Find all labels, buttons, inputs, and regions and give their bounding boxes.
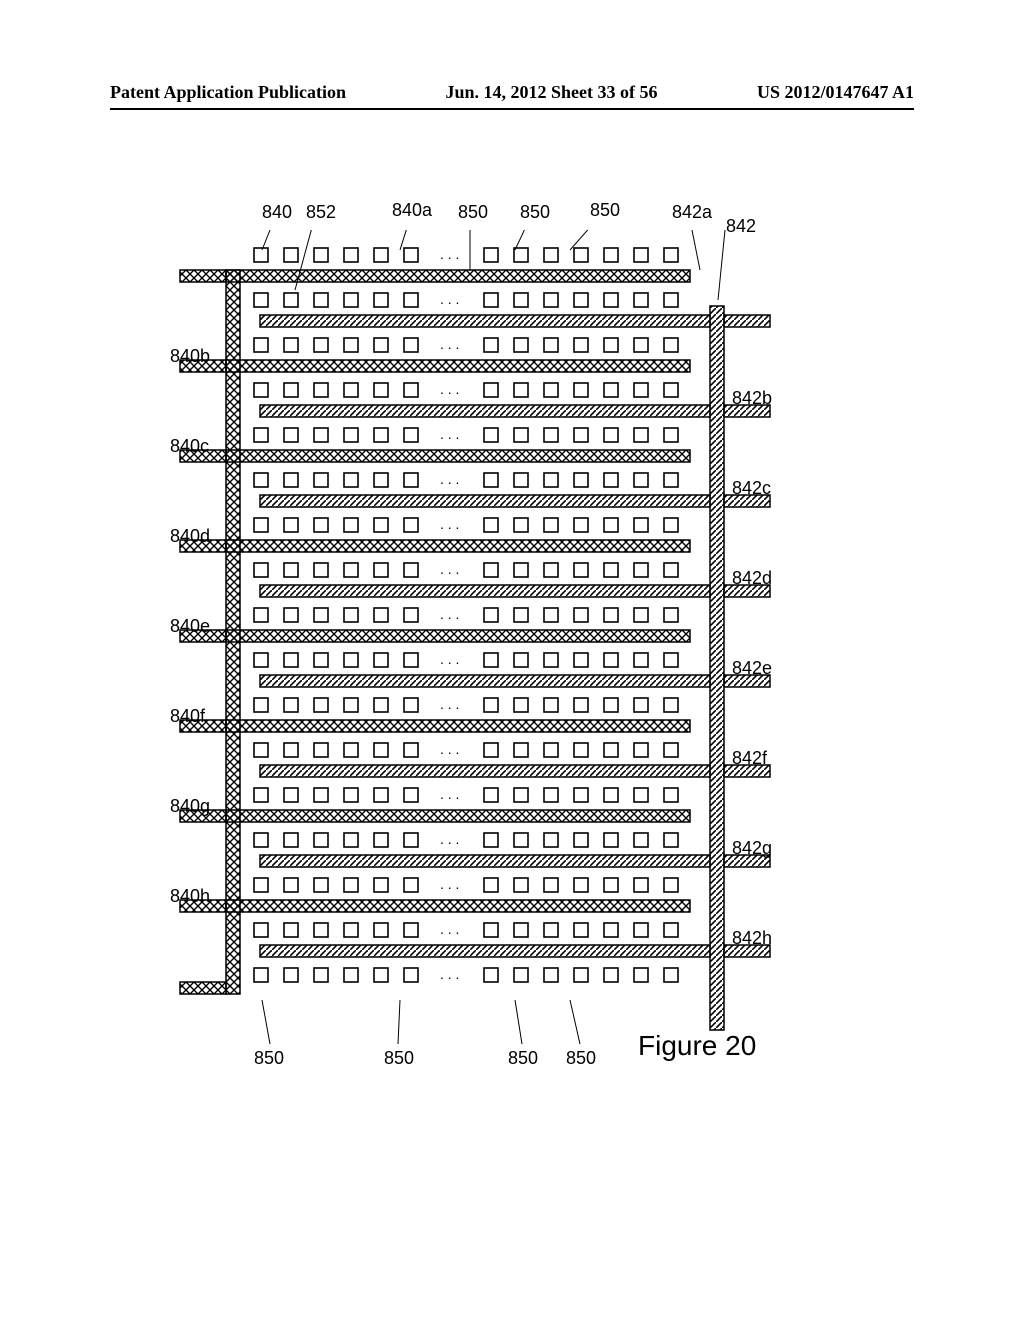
left-comb-840: [180, 270, 690, 994]
page: Patent Application Publication Jun. 14, …: [0, 0, 1024, 1320]
label-850-top-2: 850: [520, 202, 550, 223]
label-842e: 842e: [732, 658, 772, 679]
label-840d: 840d: [170, 526, 210, 547]
contact-squares-850: [254, 248, 678, 982]
label-840a: 840a: [392, 200, 432, 221]
page-header: Patent Application Publication Jun. 14, …: [110, 82, 914, 103]
svg-text:. . .: . . .: [440, 831, 459, 847]
header-right: US 2012/0147647 A1: [757, 82, 914, 103]
svg-text:. . .: . . .: [440, 786, 459, 802]
svg-text:. . .: . . .: [440, 966, 459, 982]
label-840f: 840f: [170, 706, 205, 727]
label-842: 842: [726, 216, 756, 237]
label-840e: 840e: [170, 616, 210, 637]
header-center: Jun. 14, 2012 Sheet 33 of 56: [445, 82, 657, 103]
svg-text:. . .: . . .: [440, 696, 459, 712]
svg-text:. . .: . . .: [440, 471, 459, 487]
figure-caption: Figure 20: [638, 1030, 756, 1062]
header-rule: [110, 108, 914, 110]
svg-text:. . .: . . .: [440, 336, 459, 352]
label-842f: 842f: [732, 748, 767, 769]
label-840h: 840h: [170, 886, 210, 907]
label-840b: 840b: [170, 346, 210, 367]
label-850-bot-3: 850: [508, 1048, 538, 1069]
svg-text:. . .: . . .: [440, 291, 459, 307]
label-840: 840: [262, 202, 292, 223]
svg-text:. . .: . . .: [440, 561, 459, 577]
label-850-bot-2: 850: [384, 1048, 414, 1069]
label-852: 852: [306, 202, 336, 223]
svg-text:. . .: . . .: [440, 381, 459, 397]
label-842c: 842c: [732, 478, 771, 499]
header-left: Patent Application Publication: [110, 82, 346, 103]
label-850-top-1: 850: [458, 202, 488, 223]
label-850-top-3: 850: [590, 200, 620, 221]
right-comb-842: [260, 306, 770, 1030]
figure-svg: . . . . . . . . . . . . . . . . . . . . . . . .…: [170, 230, 790, 1070]
svg-text:. . .: . . .: [440, 606, 459, 622]
label-840c: 840c: [170, 436, 209, 457]
svg-text:. . .: . . .: [440, 651, 459, 667]
figure-20: . . . . . . . . . . . . . . . . . . . . . . . .…: [170, 230, 790, 1070]
svg-text:. . .: . . .: [440, 246, 459, 262]
svg-text:. . .: . . .: [440, 921, 459, 937]
label-840g: 840g: [170, 796, 210, 817]
label-842a: 842a: [672, 202, 712, 223]
svg-text:. . .: . . .: [440, 876, 459, 892]
label-842b: 842b: [732, 388, 772, 409]
label-842g: 842g: [732, 838, 772, 859]
row-dots: . . . . . . . . . . . . . . . . . . . . . . . .…: [440, 246, 459, 982]
label-850-bot-1: 850: [254, 1048, 284, 1069]
svg-text:. . .: . . .: [440, 741, 459, 757]
svg-text:. . .: . . .: [440, 426, 459, 442]
label-842d: 842d: [732, 568, 772, 589]
label-850-bot-4: 850: [566, 1048, 596, 1069]
svg-text:. . .: . . .: [440, 516, 459, 532]
label-842h: 842h: [732, 928, 772, 949]
